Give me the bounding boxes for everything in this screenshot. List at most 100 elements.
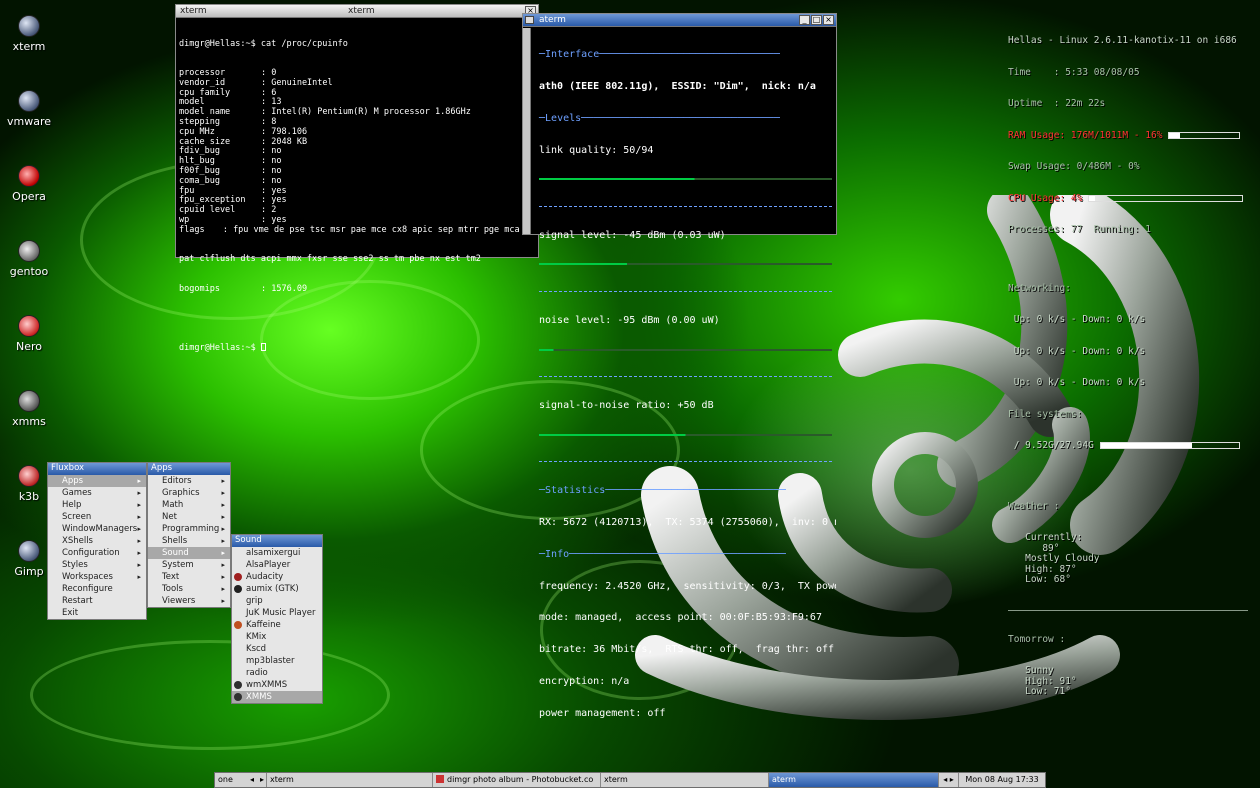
snr: signal-to-noise ratio: +50 dB xyxy=(539,400,714,411)
minimize-icon[interactable]: _ xyxy=(799,15,810,25)
ram-bar xyxy=(1168,131,1241,139)
info-frequency: frequency: 2.4520 GHz, sensitivity: 0/3,… xyxy=(539,580,836,592)
menu-item-mp3blaster[interactable]: mp3blaster xyxy=(232,655,322,667)
menu-item-kaffeine[interactable]: Kaffeine xyxy=(232,619,322,631)
menu-item-shells[interactable]: Shells ▸ xyxy=(148,535,230,547)
task-xterm-2[interactable]: xterm xyxy=(601,773,769,787)
cpuinfo-row: model name: Intel(R) Pentium(R) M proces… xyxy=(179,107,471,118)
menu-item-xmms[interactable]: XMMS xyxy=(232,691,322,703)
noise-level: noise level: -95 dBm (0.00 uW) xyxy=(539,314,720,326)
fs-line: / 9.52G/27.94G xyxy=(1008,440,1094,451)
weather-label: Weather : xyxy=(1008,500,1060,512)
menu-item-exit[interactable]: Exit xyxy=(48,607,146,619)
menu-item-wmxmms[interactable]: wmXMMS xyxy=(232,679,322,691)
aterm-window[interactable]: aterm _ □ × ─Interface──────────────────… xyxy=(522,13,837,718)
task-xterm-1[interactable]: xterm xyxy=(267,773,433,787)
menu-item-styles[interactable]: Styles ▸ xyxy=(48,559,146,571)
command-line: dimgr@Hellas:~$ cat /proc/cpuinfo xyxy=(179,38,348,49)
task-photobucket[interactable]: dimgr photo album - Photobucket.co xyxy=(433,773,601,787)
menu-item-apps[interactable]: Apps ▸ xyxy=(48,475,146,487)
menu-item-reconfigure[interactable]: Reconfigure xyxy=(48,583,146,595)
window-menu-icon[interactable] xyxy=(525,16,534,24)
menu-item-restart[interactable]: Restart xyxy=(48,595,146,607)
menu-item-audacity[interactable]: Audacity xyxy=(232,571,322,583)
menu-item-tools[interactable]: Tools ▸ xyxy=(148,583,230,595)
next-workspace-icon[interactable]: ▸ xyxy=(260,773,264,787)
menu-item-net[interactable]: Net ▸ xyxy=(148,511,230,523)
chevron-right-icon: ▸ xyxy=(137,525,141,533)
menu-item-configuration[interactable]: Configuration ▸ xyxy=(48,547,146,559)
desktop-icon-opera[interactable]: Opera xyxy=(4,165,54,203)
menu-item-kscd[interactable]: Kscd xyxy=(232,643,322,655)
cpuinfo-row: f00f_bug: no xyxy=(179,165,282,176)
signal-level: signal level: -45 dBm (0.03 uW) xyxy=(539,229,726,241)
menu-item-kmix[interactable]: KMix xyxy=(232,631,322,643)
workspace-name: one xyxy=(218,775,233,784)
info-mode: mode: managed, access point: 00:0F:B5:93… xyxy=(539,612,822,624)
chevron-right-icon: ▸ xyxy=(137,501,141,509)
aterm-titlebar[interactable]: aterm _ □ × xyxy=(523,14,836,27)
info-bitrate: bitrate: 36 Mbit/s, RTS thr: off, frag t… xyxy=(539,644,835,656)
desktop-icon-xmms[interactable]: xmms xyxy=(4,390,54,428)
task-scroll-icons[interactable]: ◂ ▸ xyxy=(939,773,959,787)
tomorrow-lines: Sunny High: 91° Low: 71° xyxy=(1008,665,1258,698)
app-icon xyxy=(234,585,242,593)
cpuinfo-row: cpu family: 6 xyxy=(179,87,277,98)
menu-item-windowmanagers[interactable]: WindowManagers ▸ xyxy=(48,523,146,535)
bogomips-row: bogomips: 1576.09 xyxy=(179,283,308,294)
menu-item-sound[interactable]: Sound ▸ xyxy=(148,547,230,559)
chevron-right-icon: ▸ xyxy=(137,477,141,485)
cpuinfo-row: cpu MHz: 798.106 xyxy=(179,126,308,137)
apps-menu-title: Apps xyxy=(148,463,230,475)
menu-item-programming[interactable]: Programming ▸ xyxy=(148,523,230,535)
app-icon xyxy=(234,573,242,581)
menu-item-screen[interactable]: Screen ▸ xyxy=(48,511,146,523)
fluxbox-menu[interactable]: Fluxbox Apps ▸ Games ▸ Help ▸ Screen ▸ WindowMan… xyxy=(47,462,147,620)
menu-item-system[interactable]: System ▸ xyxy=(148,559,230,571)
desktop-icon-nero[interactable]: Nero xyxy=(4,315,54,353)
menu-item-math[interactable]: Math ▸ xyxy=(148,499,230,511)
vmware-icon xyxy=(18,90,40,112)
menu-item-grip[interactable]: grip xyxy=(232,595,322,607)
menu-item-juk-music-player[interactable]: JuK Music Player xyxy=(232,607,322,619)
menu-item-xshells[interactable]: XShells ▸ xyxy=(48,535,146,547)
desktop-icon-gentoo[interactable]: gentoo xyxy=(4,240,54,278)
xterm-window[interactable]: xterm xterm × dimgr@Hellas:~$ cat /proc/… xyxy=(175,4,539,353)
chevron-right-icon: ▸ xyxy=(137,489,141,497)
signal-level-bar xyxy=(539,263,832,266)
apps-menu[interactable]: Apps Editors ▸ Graphics ▸ Math ▸ Net ▸ Programmi… xyxy=(147,462,231,608)
workspace-switcher[interactable]: one ◂ ▸ xyxy=(215,773,267,787)
menu-item-workspaces[interactable]: Workspaces ▸ xyxy=(48,571,146,583)
maximize-icon[interactable]: □ xyxy=(811,15,822,25)
menu-item-aumix-gtk-[interactable]: aumix (GTK) xyxy=(232,583,322,595)
menu-item-graphics[interactable]: Graphics ▸ xyxy=(148,487,230,499)
menu-item-text[interactable]: Text ▸ xyxy=(148,571,230,583)
gentoo-icon xyxy=(18,240,40,262)
task-aterm[interactable]: aterm xyxy=(769,773,939,787)
net-line: Up: 0 k/s - Down: 0 k/s xyxy=(1008,314,1146,325)
sound-menu[interactable]: Sound alsamixergui AlsaPlayer Audacity aumi… xyxy=(231,534,323,704)
close-icon[interactable]: × xyxy=(823,15,834,25)
aterm-scrollbar[interactable] xyxy=(523,28,531,234)
menu-item-radio[interactable]: radio xyxy=(232,667,322,679)
chevron-right-icon: ▸ xyxy=(221,585,225,593)
desktop-icon-vmware[interactable]: vmware xyxy=(4,90,54,128)
chevron-right-icon: ▸ xyxy=(221,561,225,569)
prev-workspace-icon[interactable]: ◂ xyxy=(250,773,254,787)
cpuinfo-row: fdiv_bug: no xyxy=(179,146,282,157)
xterm-title-secondary: xterm xyxy=(348,6,375,16)
menu-item-editors[interactable]: Editors ▸ xyxy=(148,475,230,487)
statistics-label: Statistics xyxy=(545,485,606,497)
desktop-icon-xterm[interactable]: xterm xyxy=(4,15,54,53)
xterm-content[interactable]: dimgr@Hellas:~$ cat /proc/cpuinfo proces… xyxy=(176,18,538,376)
xterm-titlebar[interactable]: xterm xterm × xyxy=(176,5,538,18)
menu-item-alsaplayer[interactable]: AlsaPlayer xyxy=(232,559,322,571)
menu-item-alsamixergui[interactable]: alsamixergui xyxy=(232,547,322,559)
net-line: Up: 0 k/s - Down: 0 k/s xyxy=(1008,377,1146,388)
menu-item-help[interactable]: Help ▸ xyxy=(48,499,146,511)
menu-item-viewers[interactable]: Viewers ▸ xyxy=(148,595,230,607)
conky-title: Hellas - Linux 2.6.11-kanotix-11 on i686 xyxy=(1008,35,1237,46)
chevron-right-icon: ▸ xyxy=(137,549,141,557)
menu-item-games[interactable]: Games ▸ xyxy=(48,487,146,499)
conky-time: Time : 5:33 08/08/05 xyxy=(1008,66,1140,78)
